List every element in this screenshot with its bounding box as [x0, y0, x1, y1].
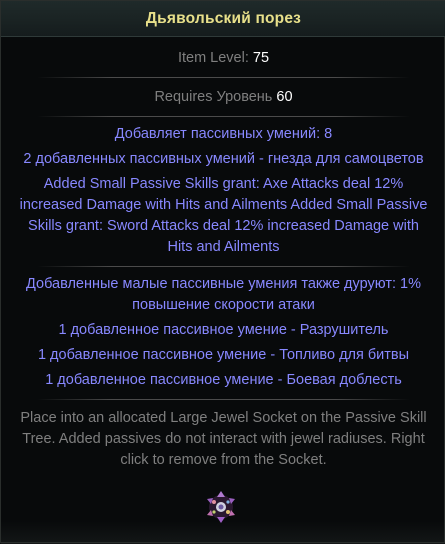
explicit-mod-line: повышение скорости атаки	[132, 297, 315, 313]
requires-label: Requires Уровень	[154, 89, 273, 105]
item-tooltip: Дьявольский порез Item Level: 75 Require…	[0, 0, 445, 544]
description-line: Tree. Added passives do not interact wit…	[22, 431, 425, 447]
explicit-mod-notable: 1 добавленное пассивное умение - Разруши…	[58, 322, 389, 338]
enchant-grant-line: increased Damage with Hits and Ailments …	[19, 197, 428, 213]
tooltip-header: Дьявольский порез	[1, 1, 445, 37]
enchant-grant-line: Hits and Ailments	[167, 239, 280, 255]
footer-shadow	[1, 521, 445, 544]
enchant-passives-added: Добавляет пассивных умений: 8	[114, 126, 333, 142]
item-level-value: 75	[252, 50, 270, 66]
enchant-grant-line: Skills grant: Sword Attacks deal 12% inc…	[28, 218, 419, 234]
description-line: click to remove from the Socket.	[120, 452, 327, 468]
item-name: Дьявольский порез	[145, 10, 302, 27]
separator	[37, 116, 410, 117]
explicit-mod-line: Добавленные малые пассивные умения также…	[26, 276, 421, 292]
item-level-label: Item Level:	[177, 50, 249, 66]
separator	[37, 266, 410, 267]
enchant-jewel-sockets: 2 добавленных пассивных умений - гнезда …	[23, 151, 424, 167]
description-line: Place into an allocated Large Jewel Sock…	[20, 410, 427, 426]
requires-value: 60	[276, 89, 293, 105]
requirements-row: Requires Уровень 60	[1, 87, 445, 108]
explicit-mod-notable: 1 добавленное пассивное умение - Топливо…	[37, 347, 410, 363]
item-level-row: Item Level: 75	[1, 48, 445, 69]
explicit-mod-notable: 1 добавленное пассивное умение - Боевая …	[45, 372, 402, 388]
enchant-grant-line: Added Small Passive Skills grant: Axe At…	[43, 176, 404, 192]
separator	[37, 77, 410, 78]
separator	[37, 399, 410, 400]
